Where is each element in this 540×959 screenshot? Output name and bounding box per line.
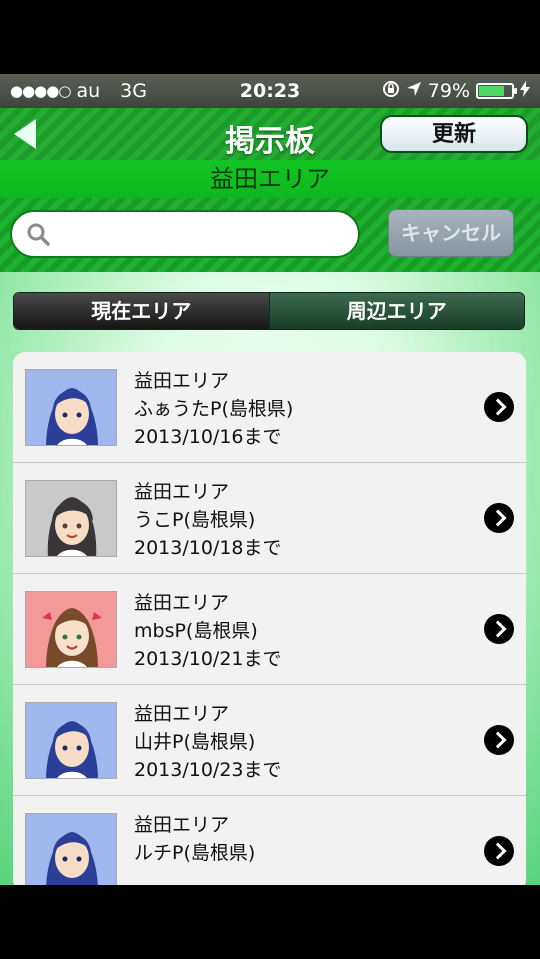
board-content: 現在エリア 周辺エリア 益田エリア ふぁうたP(島根県) 2013/10/16ま… (0, 272, 540, 885)
avatar (25, 702, 117, 779)
list-item[interactable]: 益田エリア mbsP(島根県) 2013/10/21まで (13, 574, 526, 685)
chevron-right-icon[interactable] (484, 725, 514, 755)
signal-strength-icon: ●●●●○ (10, 82, 71, 100)
item-name: ルチP(島根県) (134, 842, 256, 864)
list-item[interactable]: 益田エリア ふぁうたP(島根県) 2013/10/16まで (13, 352, 526, 463)
item-text: 益田エリア ふぁうたP(島根県) 2013/10/16まで (134, 367, 293, 451)
cancel-button[interactable]: キャンセル (388, 209, 514, 257)
item-area: 益田エリア (134, 481, 230, 503)
avatar (25, 813, 117, 885)
search-input[interactable] (10, 210, 360, 258)
chevron-right-icon[interactable] (484, 392, 514, 422)
status-right: 79% (382, 80, 530, 103)
avatar (25, 480, 117, 557)
item-text: 益田エリア 山井P(島根県) 2013/10/23まで (134, 700, 282, 784)
avatar (25, 369, 117, 446)
item-date: 2013/10/18まで (134, 537, 282, 559)
item-name: うこP(島根県) (134, 509, 256, 531)
item-text: 益田エリア ルチP(島根県) (134, 811, 255, 867)
carrier-label: au (76, 80, 101, 102)
list-item[interactable]: 益田エリア ルチP(島根県) (13, 796, 526, 885)
avatar (25, 591, 117, 668)
item-name: mbsP(島根県) (134, 620, 258, 642)
rotation-lock-icon (382, 80, 400, 103)
status-bar: ●●●●○ au 3G 20:23 79% (0, 74, 540, 108)
battery-percent: 79% (427, 80, 470, 102)
item-area: 益田エリア (134, 703, 230, 725)
area-segmented-control: 現在エリア 周辺エリア (13, 292, 525, 330)
item-name: 山井P(島根県) (134, 731, 256, 753)
item-area: 益田エリア (134, 370, 230, 392)
location-arrow-icon (406, 80, 422, 102)
status-left: ●●●●○ au 3G (10, 80, 147, 102)
search-icon (27, 223, 50, 246)
item-text: 益田エリア mbsP(島根県) 2013/10/21まで (134, 589, 282, 673)
item-date: 2013/10/21まで (134, 648, 282, 670)
tab-nearby-area[interactable]: 周辺エリア (268, 293, 524, 329)
charging-bolt-icon (520, 80, 530, 102)
post-list: 益田エリア ふぁうたP(島根県) 2013/10/16まで 益田エリア うこP(… (13, 352, 526, 885)
area-banner: 益田エリア (0, 160, 540, 198)
navigation-bar: 掲示板 更新 (0, 108, 540, 160)
chevron-right-icon[interactable] (484, 503, 514, 533)
app-screen: ●●●●○ au 3G 20:23 79% 掲示板 更新 益田エリア キャンセル… (0, 0, 540, 959)
network-label: 3G (120, 80, 147, 102)
battery-icon (476, 83, 517, 99)
search-bar: キャンセル (0, 198, 540, 272)
item-area: 益田エリア (134, 592, 230, 614)
item-area: 益田エリア (134, 814, 230, 836)
chevron-right-icon[interactable] (484, 836, 514, 866)
chevron-right-icon[interactable] (484, 614, 514, 644)
item-date: 2013/10/16まで (134, 426, 282, 448)
list-item[interactable]: 益田エリア うこP(島根県) 2013/10/18まで (13, 463, 526, 574)
refresh-button[interactable]: 更新 (380, 115, 528, 153)
battery-fill (479, 86, 505, 96)
item-text: 益田エリア うこP(島根県) 2013/10/18まで (134, 478, 282, 562)
list-item[interactable]: 益田エリア 山井P(島根県) 2013/10/23まで (13, 685, 526, 796)
item-name: ふぁうたP(島根県) (134, 398, 294, 420)
tab-current-area[interactable]: 現在エリア (14, 293, 269, 329)
item-date: 2013/10/23まで (134, 759, 282, 781)
